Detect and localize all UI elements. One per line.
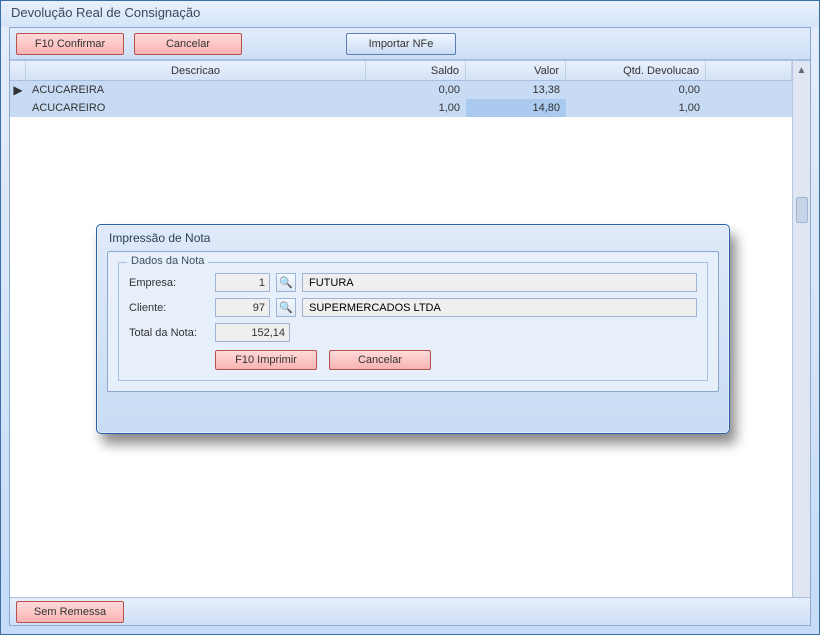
cell-valor[interactable]: 13,38 [466,81,566,99]
cell-descricao: ACUCAREIRO [26,99,366,117]
print-button[interactable]: F10 Imprimir [215,350,317,370]
cell-saldo: 1,00 [366,99,466,117]
dados-da-nota-group: Dados da Nota Empresa: 🔍 Cliente: 🔍 [118,262,708,381]
empresa-label: Empresa: [129,277,209,289]
scroll-up-icon[interactable]: ▲ [795,63,809,77]
print-dialog: Impressão de Nota Dados da Nota Empresa:… [96,224,730,434]
dialog-title: Impressão de Nota [97,225,729,251]
content-panel: F10 Confirmar Cancelar Importar NFe Desc… [9,27,811,626]
toolbar: F10 Confirmar Cancelar Importar NFe [10,28,810,60]
empresa-lookup-button[interactable]: 🔍 [276,273,296,292]
cliente-name-field [302,298,697,317]
footer-bar: Sem Remessa [10,597,810,625]
col-valor[interactable]: Valor [466,61,566,80]
empresa-id-field[interactable] [215,273,270,292]
total-field [215,323,290,342]
window-title: Devolução Real de Consignação [1,1,819,27]
col-saldo[interactable]: Saldo [366,61,466,80]
cell-descricao: ACUCAREIRA [26,81,366,99]
cliente-lookup-button[interactable]: 🔍 [276,298,296,317]
cell-qtd: 0,00 [566,81,706,99]
confirm-button[interactable]: F10 Confirmar [16,33,124,55]
dialog-cancel-button[interactable]: Cancelar [329,350,431,370]
empresa-name-field [302,273,697,292]
table-row[interactable]: ▶ACUCAREIRA0,0013,380,00 [10,81,792,99]
grid-header: Descricao Saldo Valor Qtd. Devolucao [10,61,792,81]
total-label: Total da Nota: [129,327,209,339]
row-indicator-icon: ▶ [10,81,26,99]
cancel-button[interactable]: Cancelar [134,33,242,55]
table-row[interactable]: ACUCAREIRO1,0014,801,00 [10,99,792,117]
main-window: Devolução Real de Consignação F10 Confir… [0,0,820,635]
cliente-id-field[interactable] [215,298,270,317]
import-nfe-button[interactable]: Importar NFe [346,33,456,55]
cliente-label: Cliente: [129,302,209,314]
cell-qtd: 1,00 [566,99,706,117]
sem-remessa-button[interactable]: Sem Remessa [16,601,124,623]
search-icon: 🔍 [279,276,293,289]
scroll-thumb[interactable] [796,197,808,223]
group-label: Dados da Nota [127,255,208,267]
cell-saldo: 0,00 [366,81,466,99]
cell-valor[interactable]: 14,80 [466,99,566,117]
col-descricao[interactable]: Descricao [26,61,366,80]
col-qtd[interactable]: Qtd. Devolucao [566,61,706,80]
search-icon: 🔍 [279,301,293,314]
vertical-scrollbar[interactable]: ▲ [792,61,810,597]
row-indicator-icon [10,99,26,117]
